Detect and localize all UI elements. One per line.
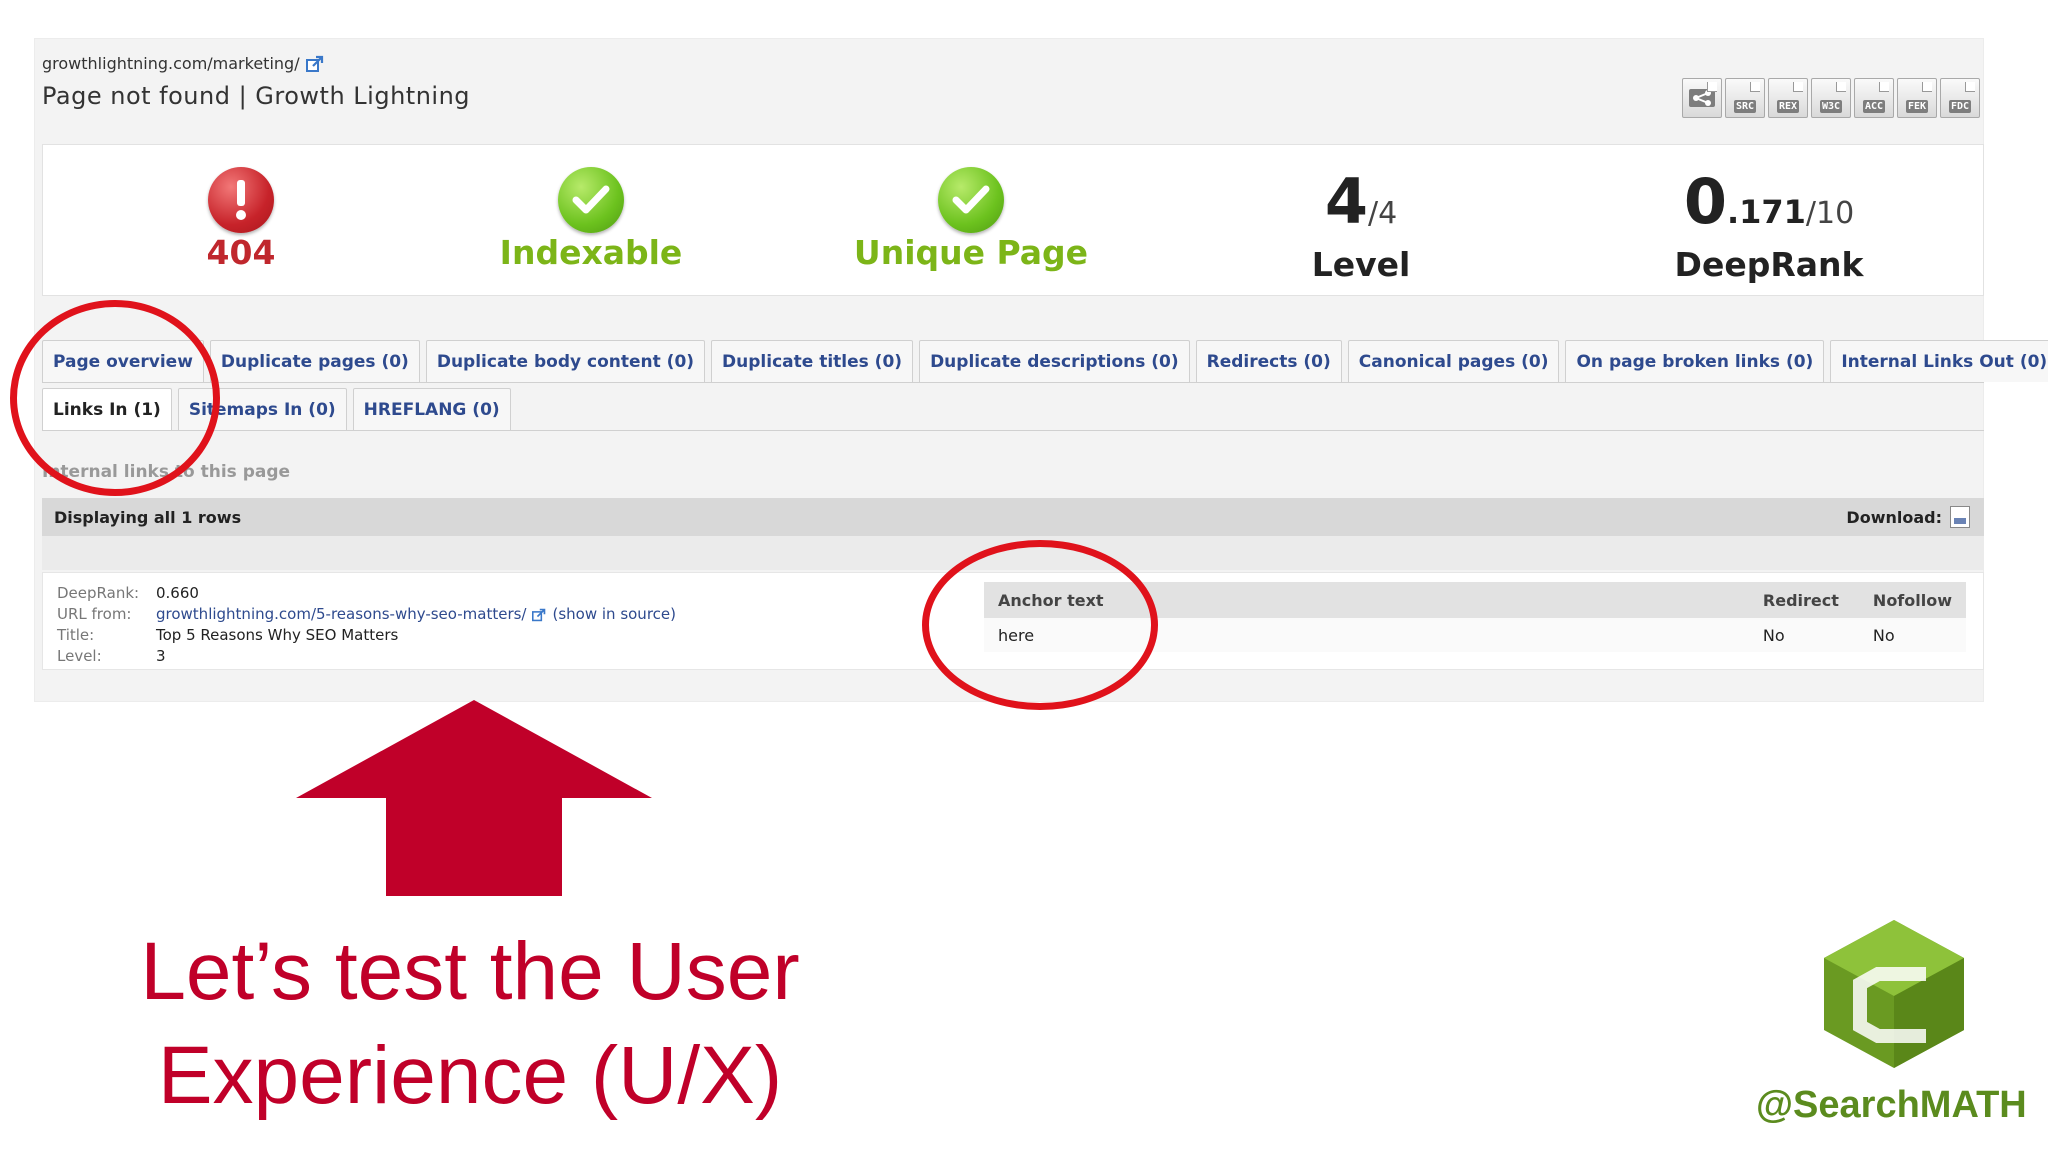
level-field-value: 3 <box>156 647 166 665</box>
deeprank-stat: 0.171/10 DeepRank <box>1619 145 1919 285</box>
fek-button[interactable]: FEK <box>1897 78 1937 118</box>
unique-page-stat: Unique Page <box>801 145 1141 272</box>
deeprank-value: 0.171/10 <box>1619 171 1919 245</box>
page-url-text[interactable]: growthlightning.com/marketing/ <box>42 54 300 73</box>
level-stat: 4/4 Level <box>1211 145 1511 285</box>
tab-divider <box>42 430 1984 431</box>
share-button[interactable] <box>1682 78 1722 118</box>
tab-duplicate-descriptions[interactable]: Duplicate descriptions (0) <box>919 340 1190 382</box>
level-max: /4 <box>1367 196 1398 231</box>
unique-page-label: Unique Page <box>853 233 1089 272</box>
fek-label: FEK <box>1905 100 1929 113</box>
redirect-header: Redirect <box>1748 582 1859 618</box>
tab-duplicate-body-content[interactable]: Duplicate body content (0) <box>425 340 706 382</box>
src-label: SRC <box>1733 100 1757 113</box>
download-control[interactable]: Download: <box>1846 506 1970 528</box>
indexable-stat: Indexable <box>441 145 741 272</box>
acc-button[interactable]: ACC <box>1854 78 1894 118</box>
rex-button[interactable]: REX <box>1768 78 1808 118</box>
fdc-button[interactable]: FDC <box>1940 78 1980 118</box>
level-number: 4 <box>1324 165 1368 238</box>
page-title: Page not found | Growth Lightning <box>42 82 471 110</box>
check-icon <box>938 167 1004 233</box>
w3c-label: W3C <box>1819 100 1843 113</box>
link-details: DeepRank: 0.660 URL from: growthlightning.… <box>57 583 676 667</box>
deeprank-max: /10 <box>1805 196 1855 231</box>
tab-duplicate-titles[interactable]: Duplicate titles (0) <box>711 340 914 382</box>
highlight-circle-links-in <box>10 300 220 496</box>
page-stats-card: 404 Indexable Unique Page 4/4 Level 0.17… <box>42 144 1984 296</box>
tab-redirects[interactable]: Redirects (0) <box>1195 340 1342 382</box>
title-field-label: Title: <box>57 626 95 644</box>
up-arrow-icon <box>296 700 652 896</box>
check-icon <box>558 167 624 233</box>
external-link-icon[interactable] <box>532 607 546 622</box>
level-field-label: Level: <box>57 647 102 665</box>
tab-canonical-pages[interactable]: Canonical pages (0) <box>1347 340 1560 382</box>
show-in-source-link[interactable]: (show in source) <box>552 604 676 625</box>
acc-label: ACC <box>1862 100 1886 113</box>
deeprank-int: 0 <box>1683 165 1727 238</box>
nofollow-cell: No <box>1858 618 1966 652</box>
level-value: 4/4 <box>1211 171 1511 245</box>
external-link-icon[interactable] <box>305 55 324 73</box>
deeprank-field-label: DeepRank: <box>57 584 140 602</box>
tabs-row-1: Page overview Duplicate pages (0) Duplic… <box>42 340 2048 382</box>
report-toolbar: SRC REX W3C ACC FEK FDC <box>1682 78 1980 118</box>
tab-on-page-broken-links[interactable]: On page broken links (0) <box>1565 340 1825 382</box>
deeprank-decimal: .171 <box>1726 193 1806 231</box>
tab-internal-links-out[interactable]: Internal Links Out (0) <box>1830 340 2048 382</box>
csv-download-icon[interactable] <box>1950 506 1970 528</box>
status-code-stat: 404 <box>91 145 391 272</box>
nofollow-header: Nofollow <box>1858 582 1966 618</box>
results-bar: Displaying all 1 rows Download: <box>42 498 1984 536</box>
twitter-handle: @SearchMATH <box>1756 1084 2027 1126</box>
level-label: Level <box>1311 245 1411 284</box>
share-icon <box>1689 89 1715 107</box>
searchmath-logo-icon <box>1824 920 1964 1068</box>
url-from-link[interactable]: growthlightning.com/5-reasons-why-seo-ma… <box>156 604 526 625</box>
highlight-circle-anchor-text <box>922 540 1158 710</box>
deeprank-label: DeepRank <box>1674 245 1864 284</box>
src-button[interactable]: SRC <box>1725 78 1765 118</box>
slide-caption: Let’s test the User Experience (U/X) <box>40 920 900 1128</box>
tab-divider <box>42 382 1984 383</box>
rex-label: REX <box>1776 100 1800 113</box>
status-code-value: 404 <box>206 233 276 272</box>
caption-line-1: Let’s test the User <box>140 926 800 1017</box>
tab-duplicate-pages[interactable]: Duplicate pages (0) <box>209 340 420 382</box>
url-from-label: URL from: <box>57 605 132 623</box>
title-field-value: Top 5 Reasons Why SEO Matters <box>156 626 399 644</box>
w3c-button[interactable]: W3C <box>1811 78 1851 118</box>
page-url[interactable]: growthlightning.com/marketing/ <box>42 54 324 73</box>
caption-line-2: Experience (U/X) <box>157 1030 783 1121</box>
row-count-text: Displaying all 1 rows <box>54 508 242 527</box>
fdc-label: FDC <box>1948 100 1972 113</box>
deeprank-field-value: 0.660 <box>156 584 199 602</box>
indexable-label: Indexable <box>499 233 683 272</box>
error-icon <box>208 167 274 233</box>
redirect-cell: No <box>1748 618 1859 652</box>
download-label: Download: <box>1846 507 1942 527</box>
tab-hreflang[interactable]: HREFLANG (0) <box>352 388 511 430</box>
